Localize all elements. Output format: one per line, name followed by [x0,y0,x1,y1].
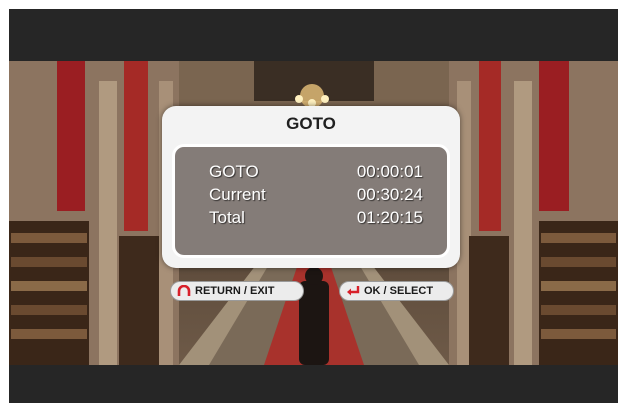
return-exit-button[interactable]: RETURN / EXIT [170,281,304,301]
total-label: Total [209,208,245,227]
return-exit-label: RETURN / EXIT [195,285,275,297]
ok-select-label: OK / SELECT [364,285,434,297]
goto-label: GOTO [209,162,259,181]
return-arrow-icon [177,284,191,297]
total-time-row: Total 01:20:15 [209,208,423,230]
total-time-value: 01:20:15 [356,208,423,227]
current-time-row: Current 00:30:24 [209,185,423,207]
goto-dialog: GOTO GOTO 00:00:01 Current 00:30:24 Tota… [162,106,460,268]
ok-select-button[interactable]: OK / SELECT [339,281,454,301]
goto-time-row[interactable]: GOTO 00:00:01 [209,162,423,184]
dialog-title: GOTO [286,114,336,133]
goto-time-value[interactable]: 00:00:01 [357,162,423,182]
current-time-value: 00:30:24 [356,185,423,204]
time-info-box: GOTO 00:00:01 Current 00:30:24 Total 01:… [172,144,450,258]
enter-arrow-icon [346,285,360,297]
current-label: Current [209,185,266,204]
